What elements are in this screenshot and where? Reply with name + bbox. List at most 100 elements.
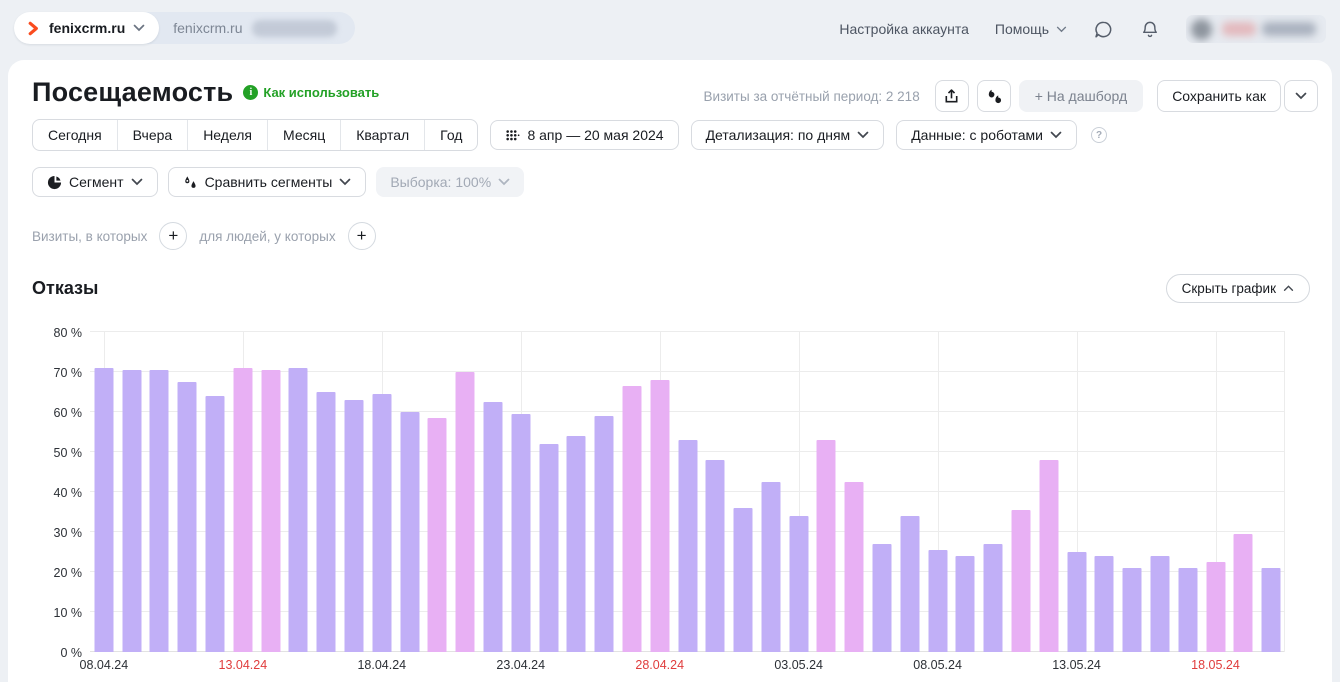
chart-bar-22.04.24[interactable] bbox=[483, 402, 502, 652]
chart-bar-09.05.24[interactable] bbox=[956, 556, 975, 652]
chart-bar-18.05.24[interactable] bbox=[1206, 562, 1225, 652]
data-mode-label: Данные: с роботами bbox=[911, 127, 1043, 143]
chart-bar-29.04.24[interactable] bbox=[678, 440, 697, 652]
metrica-logo-icon bbox=[26, 21, 41, 36]
chart-bar-08.04.24[interactable] bbox=[94, 368, 113, 652]
chart-bar-15.04.24[interactable] bbox=[289, 368, 308, 652]
chart-bar-13.05.24[interactable] bbox=[1067, 552, 1086, 652]
how-to-use-link[interactable]: i Как использовать bbox=[243, 85, 379, 100]
chart-bar-21.04.24[interactable] bbox=[456, 372, 475, 652]
chart-bar-15.05.24[interactable] bbox=[1123, 568, 1142, 652]
x-axis-label-23.04.24: 23.04.24 bbox=[496, 658, 545, 672]
annotations-button[interactable] bbox=[977, 80, 1011, 112]
chart-bar-07.05.24[interactable] bbox=[900, 516, 919, 652]
compare-segments-dropdown[interactable]: Сравнить сегменты bbox=[168, 167, 367, 197]
save-as-dropdown-button[interactable] bbox=[1284, 80, 1318, 112]
chart-bar-13.04.24[interactable] bbox=[233, 368, 252, 652]
segment-dropdown[interactable]: Сегмент bbox=[32, 167, 158, 197]
counter-tab-name: fenixcrm.ru bbox=[173, 20, 242, 36]
user-account-chip[interactable] bbox=[1186, 15, 1326, 43]
chart-bar-19.04.24[interactable] bbox=[400, 412, 419, 652]
chart-bar-27.04.24[interactable] bbox=[622, 386, 641, 652]
chart-bar-17.04.24[interactable] bbox=[345, 400, 364, 652]
chart-bar-11.05.24[interactable] bbox=[1011, 510, 1030, 652]
redacted-user-name-2 bbox=[1262, 22, 1316, 36]
report-card: Посещаемость i Как использовать Визиты з… bbox=[8, 60, 1332, 682]
period-preset-3[interactable]: Месяц bbox=[267, 120, 340, 150]
x-axis-label-28.04.24: 28.04.24 bbox=[635, 658, 684, 672]
chevron-up-icon bbox=[1283, 285, 1294, 292]
avatar bbox=[1191, 19, 1212, 40]
metric-section-title: Отказы bbox=[32, 278, 98, 299]
detail-level-label: Детализация: по дням bbox=[706, 127, 851, 143]
chart-bar-23.04.24[interactable] bbox=[511, 414, 530, 652]
help-menu[interactable]: Помощь bbox=[995, 21, 1067, 37]
chart-bar-30.04.24[interactable] bbox=[706, 460, 725, 652]
chart-bar-20.05.24[interactable] bbox=[1262, 568, 1281, 652]
period-preset-5[interactable]: Год bbox=[424, 120, 477, 150]
chart-bar-08.05.24[interactable] bbox=[928, 550, 947, 652]
chart-bar-12.05.24[interactable] bbox=[1039, 460, 1058, 652]
x-axis-label-08.05.24: 08.05.24 bbox=[913, 658, 962, 672]
active-counter-name: fenixcrm.ru bbox=[49, 20, 125, 36]
notifications-bell-icon[interactable] bbox=[1140, 19, 1160, 40]
export-button[interactable] bbox=[935, 80, 969, 112]
period-presets: СегодняВчераНеделяМесяцКварталГод bbox=[32, 119, 478, 151]
sampling-dropdown[interactable]: Выборка: 100% bbox=[376, 167, 524, 197]
chart-bar-03.05.24[interactable] bbox=[789, 516, 808, 652]
period-preset-2[interactable]: Неделя bbox=[187, 120, 267, 150]
droplets-icon bbox=[183, 175, 198, 190]
chart-bar-26.04.24[interactable] bbox=[595, 416, 614, 652]
export-icon bbox=[943, 88, 960, 105]
segment-label: Сегмент bbox=[69, 174, 124, 190]
add-visits-filter-button[interactable]: + bbox=[159, 222, 187, 250]
chevron-down-icon bbox=[1056, 26, 1067, 33]
hide-chart-label: Скрыть график bbox=[1182, 281, 1276, 296]
save-as-button[interactable]: Сохранить как bbox=[1157, 80, 1281, 112]
data-mode-dropdown[interactable]: Данные: с роботами bbox=[896, 120, 1077, 150]
chart-bar-12.04.24[interactable] bbox=[206, 396, 225, 652]
chart-bar-18.04.24[interactable] bbox=[372, 394, 391, 652]
help-question-icon[interactable]: ? bbox=[1091, 127, 1107, 143]
chart-bar-14.04.24[interactable] bbox=[261, 370, 280, 652]
add-to-dashboard-button[interactable]: + На дашборд bbox=[1019, 80, 1143, 112]
date-range-label: 8 апр — 20 мая 2024 bbox=[527, 127, 663, 143]
add-people-filter-button[interactable]: + bbox=[348, 222, 376, 250]
chart-bar-11.04.24[interactable] bbox=[178, 382, 197, 652]
chart-bar-25.04.24[interactable] bbox=[567, 436, 586, 652]
chart-bar-10.05.24[interactable] bbox=[984, 544, 1003, 652]
chart-bar-16.04.24[interactable] bbox=[317, 392, 336, 652]
date-range-button[interactable]: 8 апр — 20 мая 2024 bbox=[490, 120, 678, 150]
chevron-down-icon bbox=[339, 178, 351, 186]
chart-bar-06.05.24[interactable] bbox=[873, 544, 892, 652]
chart-bar-05.05.24[interactable] bbox=[845, 482, 864, 652]
detail-level-dropdown[interactable]: Детализация: по дням bbox=[691, 120, 885, 150]
active-counter[interactable]: fenixcrm.ru bbox=[14, 12, 159, 44]
period-preset-4[interactable]: Квартал bbox=[340, 120, 424, 150]
chart-bar-28.04.24[interactable] bbox=[650, 380, 669, 652]
people-filter-label: для людей, у которых bbox=[199, 229, 335, 244]
chevron-down-icon bbox=[857, 131, 869, 139]
chart-bar-14.05.24[interactable] bbox=[1095, 556, 1114, 652]
chart-bar-04.05.24[interactable] bbox=[817, 440, 836, 652]
chart-bar-24.04.24[interactable] bbox=[539, 444, 558, 652]
hide-chart-button[interactable]: Скрыть график bbox=[1166, 274, 1310, 303]
chart-bar-10.04.24[interactable] bbox=[150, 370, 169, 652]
y-axis-label: 10 % bbox=[22, 606, 82, 620]
chart-bar-19.05.24[interactable] bbox=[1234, 534, 1253, 652]
chart-bar-09.04.24[interactable] bbox=[122, 370, 141, 652]
y-axis-label: 50 % bbox=[22, 446, 82, 460]
feedback-chat-icon[interactable] bbox=[1093, 19, 1114, 40]
period-preset-1[interactable]: Вчера bbox=[117, 120, 188, 150]
chart-bar-20.04.24[interactable] bbox=[428, 418, 447, 652]
chevron-down-icon bbox=[133, 24, 145, 32]
chart-bar-01.05.24[interactable] bbox=[734, 508, 753, 652]
chart-bar-02.05.24[interactable] bbox=[761, 482, 780, 652]
account-settings-link[interactable]: Настройка аккаунта bbox=[839, 21, 969, 37]
how-to-use-label: Как использовать bbox=[263, 85, 379, 100]
plot-right-edge bbox=[1284, 332, 1285, 652]
chart-bar-17.05.24[interactable] bbox=[1178, 568, 1197, 652]
period-preset-0[interactable]: Сегодня bbox=[33, 120, 117, 150]
chart-bar-16.05.24[interactable] bbox=[1150, 556, 1169, 652]
counter-tab[interactable]: fenixcrm.ru bbox=[159, 20, 355, 37]
